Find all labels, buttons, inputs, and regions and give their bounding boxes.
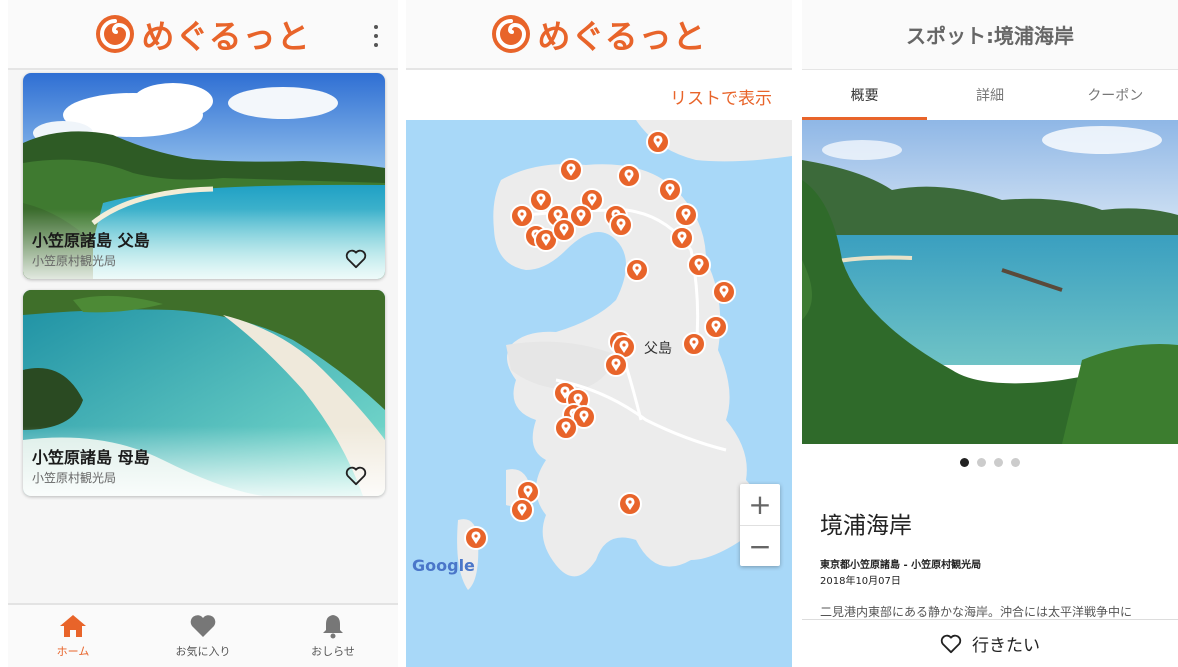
page-title: スポット:境浦海岸 [906, 24, 1074, 48]
spot-marker-icon[interactable] [687, 253, 711, 277]
swirl-logo-icon [492, 15, 531, 53]
nav-label: お気に入り [175, 645, 231, 658]
tab-details[interactable]: 詳細 [927, 70, 1052, 120]
map-toolbar: リストで表示 [406, 70, 792, 120]
screenshot-triptych: めぐるっと 小笠原諸島 父島 小笠原村観光局 小笠原諸島 母島 小笠原村観光局 … [0, 0, 1178, 667]
spot-marker-icon[interactable] [609, 213, 633, 237]
spot-markers [464, 130, 736, 550]
brand-name: めぐるっと [537, 17, 707, 56]
heart-icon [190, 615, 216, 637]
nav-label: ホーム [56, 645, 90, 658]
spot-marker-icon[interactable] [552, 218, 576, 242]
heart-outline-icon [940, 634, 962, 653]
carousel-indicator [802, 458, 1178, 467]
tab-coupon[interactable]: クーポン [1053, 70, 1178, 120]
spot-marker-icon[interactable] [704, 315, 728, 339]
carousel-dot[interactable] [994, 458, 1003, 467]
island-map[interactable]: 父島 + − Google [406, 120, 792, 667]
map-screen: めぐるっと リストで表示 父島 + − Google [406, 0, 792, 667]
carousel-dot[interactable] [1011, 458, 1020, 467]
spot-marker-icon[interactable] [554, 416, 578, 440]
spot-date: 2018年10月07日 [820, 576, 901, 587]
spot-marker-icon[interactable] [604, 353, 628, 377]
google-attribution: Google [412, 556, 475, 575]
destination-card-chichijima[interactable]: 小笠原諸島 父島 小笠原村観光局 [23, 73, 385, 279]
favorite-heart-icon[interactable] [345, 249, 367, 269]
spot-marker-icon[interactable] [618, 492, 642, 516]
destination-card-hahajima[interactable]: 小笠原諸島 母島 小笠原村観光局 [23, 290, 385, 496]
detail-header: スポット:境浦海岸 [802, 0, 1178, 70]
brand-name: めぐるっと [141, 17, 311, 56]
zoom-in-button[interactable]: + [740, 484, 780, 525]
detail-tabs: 概要 詳細 クーポン [802, 70, 1178, 120]
spot-marker-icon[interactable] [712, 280, 736, 304]
more-menu-icon[interactable] [370, 22, 382, 50]
spot-marker-icon[interactable] [646, 130, 670, 154]
show-as-list-link[interactable]: リストで表示 [670, 84, 772, 109]
want-to-go-button[interactable]: 行きたい [802, 619, 1178, 667]
spot-description: 二見港内東部にある静かな海岸。沖合には太平洋戦争中に [820, 605, 1133, 619]
spot-marker-icon[interactable] [670, 226, 694, 250]
home-icon [60, 615, 86, 637]
zoom-controls: + − [740, 484, 780, 566]
spot-marker-icon[interactable] [617, 164, 641, 188]
home-screen: めぐるっと 小笠原諸島 父島 小笠原村観光局 小笠原諸島 母島 小笠原村観光局 … [8, 0, 398, 667]
swirl-logo-icon [96, 15, 135, 53]
spot-marker-icon[interactable] [682, 332, 706, 356]
spot-marker-icon[interactable] [674, 203, 698, 227]
card-title: 小笠原諸島 母島 [32, 448, 150, 467]
want-to-go-label: 行きたい [972, 636, 1040, 656]
spot-location: 東京都小笠原諸島 - 小笠原村観光局 [820, 560, 982, 571]
bottom-navigation: ホーム お気に入り おしらせ [8, 603, 398, 667]
card-title: 小笠原諸島 父島 [32, 231, 150, 250]
tab-overview[interactable]: 概要 [802, 70, 928, 120]
spot-marker-icon[interactable] [464, 526, 488, 550]
favorite-heart-icon[interactable] [345, 466, 367, 486]
spot-name: 境浦海岸 [820, 513, 912, 539]
nav-label: おしらせ [311, 645, 355, 658]
carousel-dot[interactable] [960, 458, 969, 467]
island-label: 父島 [644, 341, 672, 357]
zoom-out-button[interactable]: − [740, 525, 780, 566]
brand-logo: めぐるっと [95, 10, 310, 58]
app-header: めぐるっと [406, 0, 792, 70]
spot-marker-icon[interactable] [625, 258, 649, 282]
spot-marker-icon[interactable] [559, 158, 583, 182]
spot-marker-icon[interactable] [510, 204, 534, 228]
nav-favorites[interactable]: お気に入り [138, 605, 268, 667]
spot-marker-icon[interactable] [658, 178, 682, 202]
bell-icon [323, 615, 343, 639]
spot-photo[interactable] [802, 120, 1178, 444]
card-subtitle: 小笠原村観光局 [32, 254, 117, 268]
spot-marker-icon[interactable] [529, 188, 553, 212]
card-subtitle: 小笠原村観光局 [32, 471, 117, 485]
spot-detail-screen: スポット:境浦海岸 概要 詳細 クーポン 境浦海岸 東京都小笠原諸島 - 小笠原… [802, 0, 1178, 667]
carousel-dot[interactable] [977, 458, 986, 467]
nav-notifications[interactable]: おしらせ [268, 605, 398, 667]
brand-logo: めぐるっと [491, 10, 706, 58]
spot-marker-icon[interactable] [510, 498, 534, 522]
app-header: めぐるっと [8, 0, 398, 70]
nav-home[interactable]: ホーム [8, 605, 138, 667]
